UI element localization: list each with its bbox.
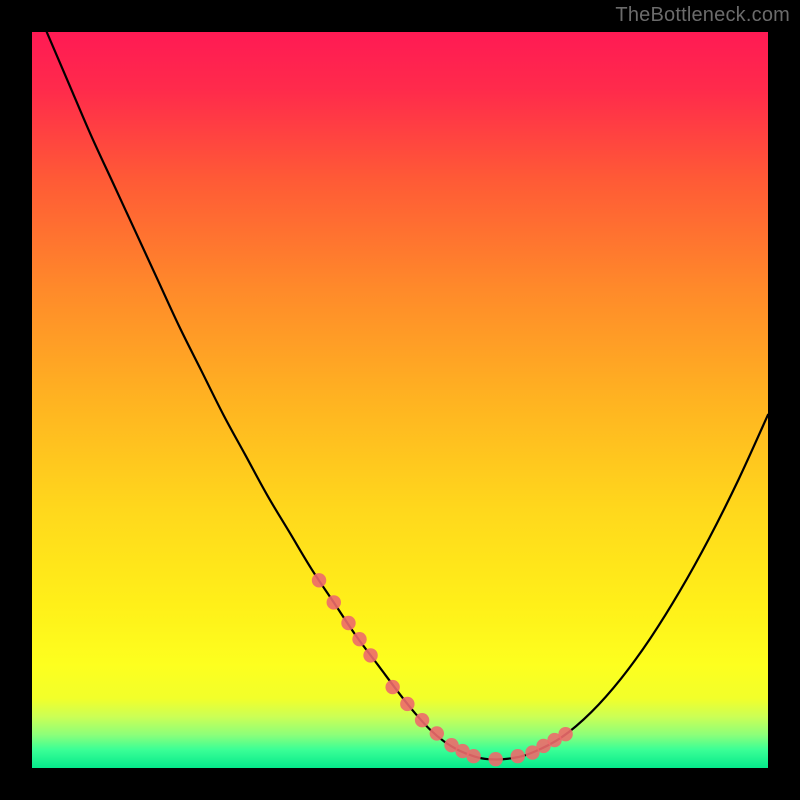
curve-marker (341, 616, 355, 630)
curve-marker (488, 752, 502, 766)
chart-frame: TheBottleneck.com (0, 0, 800, 800)
curve-marker (363, 648, 377, 662)
curve-marker (430, 726, 444, 740)
curve-marker (327, 595, 341, 609)
curve-marker (511, 749, 525, 763)
curve-marker (352, 632, 366, 646)
curve-marker (466, 749, 480, 763)
curve-marker (385, 680, 399, 694)
curve-marker (400, 697, 414, 711)
curve-marker (415, 713, 429, 727)
bottleneck-chart (32, 32, 768, 768)
curve-marker (558, 727, 572, 741)
watermark-label: TheBottleneck.com (615, 4, 790, 27)
plot-area (32, 32, 768, 768)
gradient-background (32, 32, 768, 768)
curve-marker (312, 573, 326, 587)
